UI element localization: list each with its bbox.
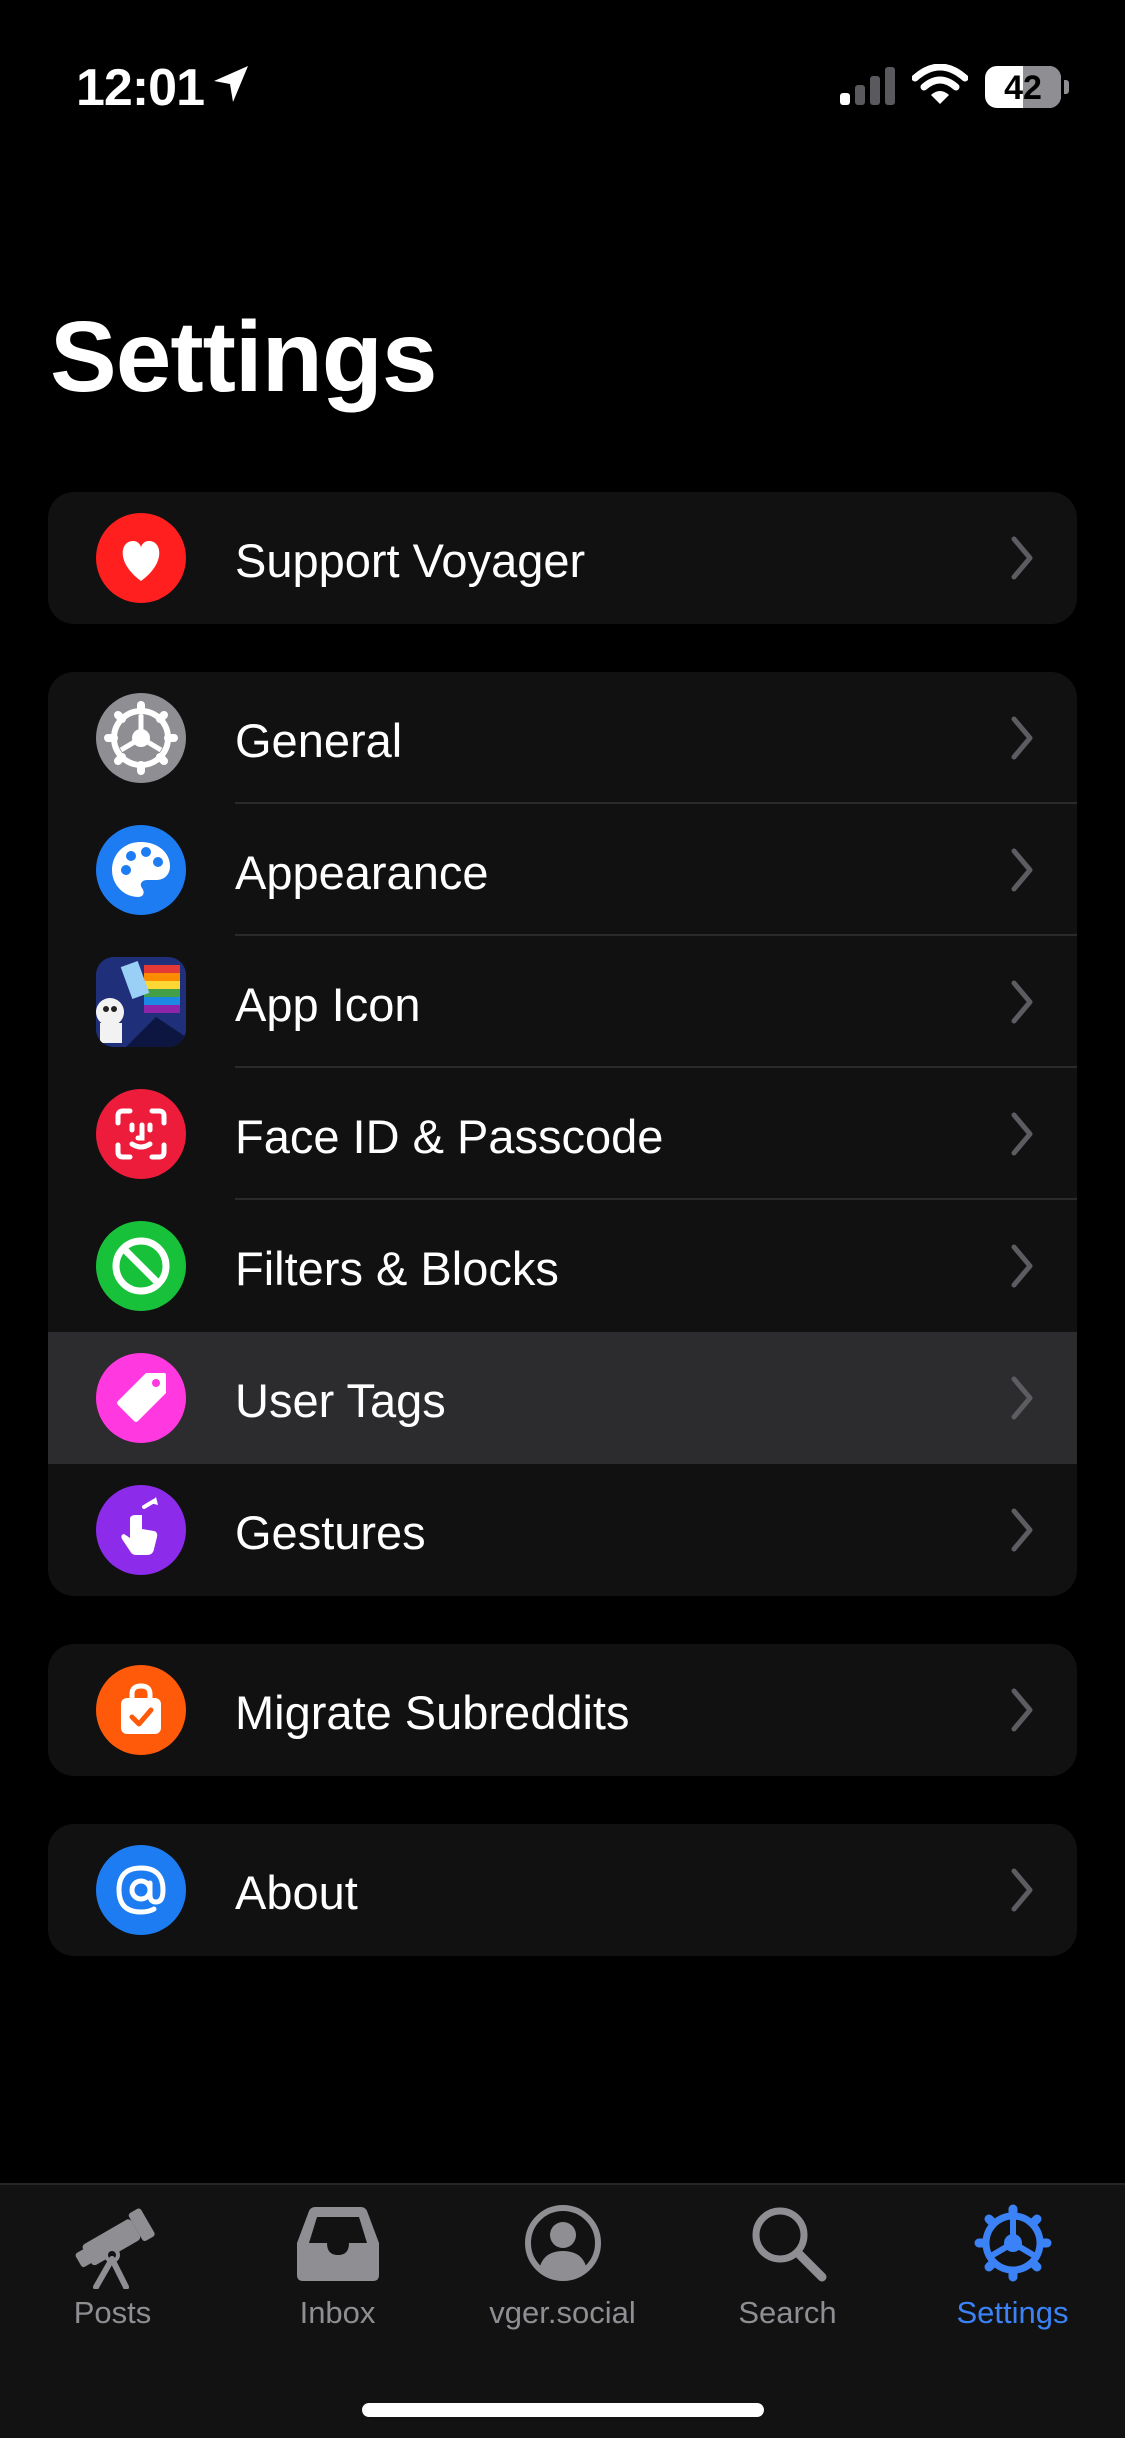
row-label: Filters & Blocks [235,1242,559,1295]
row-label: Appearance [235,846,489,899]
person-circle-icon [523,2203,603,2288]
cellular-signal-icon [838,66,898,111]
block-icon [96,1221,186,1311]
tab-account[interactable]: vger.social [450,2185,675,2365]
row-label: App Icon [235,978,421,1031]
gear-icon [973,2203,1053,2288]
home-indicator [362,2403,764,2417]
hand-tap-icon [96,1485,186,1575]
row-migrate-subreddits[interactable]: Migrate Subreddits [48,1644,1077,1776]
row-app-icon[interactable]: App Icon [48,936,1077,1068]
chevron-right-icon [1011,1243,1033,1294]
row-label: Support Voyager [235,534,586,587]
telescope-icon [68,2203,158,2294]
tab-label: Settings [956,2295,1069,2330]
settings-group-about: About [48,1824,1077,1956]
status-bar: 12:01 42 [0,0,1125,150]
tab-label: vger.social [489,2295,636,2330]
location-arrow-icon [212,64,250,109]
tag-icon [96,1353,186,1443]
chevron-right-icon [1011,847,1033,898]
chevron-right-icon [1011,535,1033,586]
row-label: Migrate Subreddits [235,1686,630,1739]
row-support-voyager[interactable]: Support Voyager [48,492,1077,624]
status-time: 12:01 [76,59,205,117]
row-label: Gestures [235,1506,426,1559]
row-label: User Tags [235,1374,446,1427]
chevron-right-icon [1011,1507,1033,1558]
settings-group-support: Support Voyager [48,492,1077,624]
row-filters-blocks[interactable]: Filters & Blocks [48,1200,1077,1332]
chevron-right-icon [1011,1867,1033,1918]
shopping-bag-icon [96,1665,186,1755]
battery-icon: 42 [985,66,1069,108]
chevron-right-icon [1011,1375,1033,1426]
tab-bar: Posts Inbox vger.social Search Settings [0,2183,1125,2438]
page-title: Settings [50,301,437,413]
tab-inbox[interactable]: Inbox [225,2185,450,2365]
row-general[interactable]: General [48,672,1077,804]
tab-settings[interactable]: Settings [900,2185,1125,2365]
row-appearance[interactable]: Appearance [48,804,1077,936]
heart-icon [96,513,186,603]
chevron-right-icon [1011,1687,1033,1738]
settings-group-migrate: Migrate Subreddits [48,1644,1077,1776]
row-label: General [235,714,403,767]
row-gestures[interactable]: Gestures [48,1464,1077,1596]
at-sign-icon [96,1845,186,1935]
row-label: Face ID & Passcode [235,1110,664,1163]
tab-search[interactable]: Search [675,2185,900,2365]
palette-icon [96,825,186,915]
tab-label: Search [738,2295,837,2330]
row-user-tags[interactable]: User Tags [48,1332,1077,1464]
inbox-tray-icon [295,2203,381,2288]
row-face-id-passcode[interactable]: Face ID & Passcode [48,1068,1077,1200]
tab-posts[interactable]: Posts [0,2185,225,2365]
app-icon-image [96,957,186,1047]
settings-group-main: General Appearance App Icon Face ID & Pa… [48,672,1077,1596]
row-about[interactable]: About [48,1824,1077,1956]
magnifier-icon [748,2203,828,2288]
battery-percentage: 42 [1004,69,1042,107]
chevron-right-icon [1011,1111,1033,1162]
gear-icon [96,693,186,783]
tab-label: Inbox [299,2295,376,2330]
chevron-right-icon [1011,979,1033,1030]
wifi-icon [911,63,969,111]
face-id-icon [96,1089,186,1179]
chevron-right-icon [1011,715,1033,766]
tab-label: Posts [73,2295,152,2330]
row-label: About [235,1866,358,1919]
